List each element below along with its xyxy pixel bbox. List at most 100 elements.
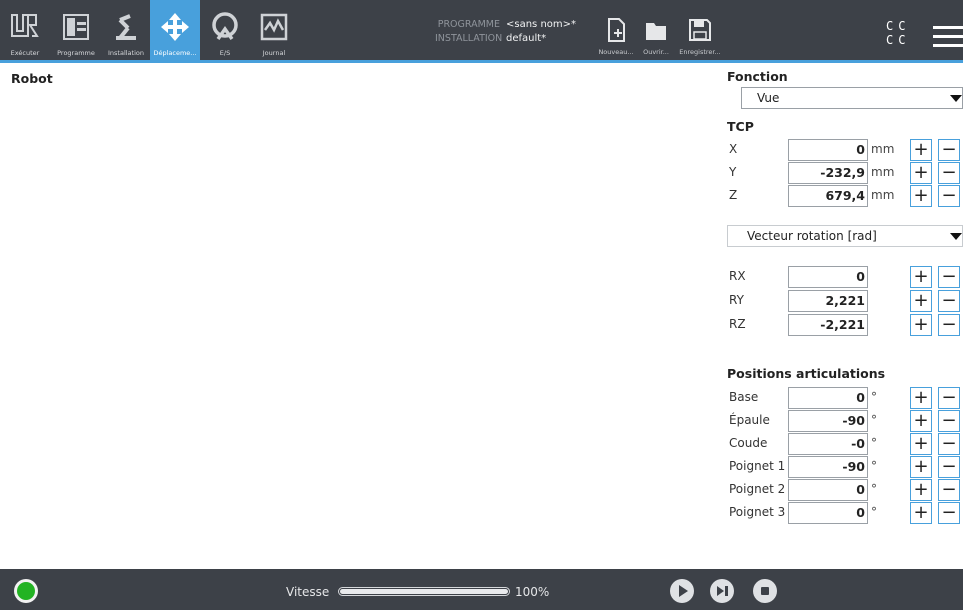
tab-label: Exécuter [10, 49, 40, 57]
joint-poignet1-minus-button[interactable]: − [938, 456, 960, 478]
io-icon [207, 9, 243, 45]
tab-executer[interactable]: Exécuter [0, 0, 50, 60]
joint-poignet2-minus-button[interactable]: − [938, 479, 960, 501]
tcp-y-label: Y [729, 165, 737, 179]
tcp-y-minus-button[interactable]: − [938, 162, 960, 184]
rotation-row-ry: RY 2,221 + − [727, 290, 963, 312]
joint-base-field[interactable]: 0 [788, 387, 868, 409]
joint-epaule-field[interactable]: -90 [788, 410, 868, 432]
save-button[interactable]: Enregistrer... [676, 0, 724, 60]
control-panel: Fonction Vue TCP X 0 mm + − Y -232,9 mm … [727, 63, 963, 569]
ry-field[interactable]: 2,221 [788, 290, 868, 312]
status-indicators: CC CC [886, 19, 911, 47]
joint-label: Poignet 1 [729, 459, 786, 473]
save-label: Enregistrer... [679, 48, 721, 56]
tcp-x-minus-button[interactable]: − [938, 139, 960, 161]
rz-plus-button[interactable]: + [910, 314, 932, 336]
tcp-z-plus-button[interactable]: + [910, 185, 932, 207]
new-file-icon [608, 18, 625, 42]
tab-journal[interactable]: Journal [250, 0, 298, 60]
tab-programme[interactable]: Programme [50, 0, 102, 60]
chevron-down-icon [950, 95, 962, 102]
rotation-mode-select[interactable]: Vecteur rotation [rad] [727, 225, 963, 247]
ry-plus-button[interactable]: + [910, 290, 932, 312]
joint-base-plus-button[interactable]: + [910, 387, 932, 409]
joint-poignet3-plus-button[interactable]: + [910, 502, 932, 524]
joint-label: Poignet 2 [729, 482, 786, 496]
move-icon [157, 9, 193, 45]
tab-label: Installation [107, 49, 144, 57]
rz-minus-button[interactable]: − [938, 314, 960, 336]
tcp-title: TCP [727, 119, 754, 134]
speed-value: 100% [515, 585, 550, 599]
robot-view-title: Robot [11, 71, 53, 86]
save-icon [689, 19, 711, 41]
hamburger-icon [933, 26, 963, 29]
step-button[interactable] [710, 579, 734, 603]
rx-minus-button[interactable]: − [938, 266, 960, 288]
ur-logo-icon [7, 9, 43, 45]
degree-unit: ° [871, 413, 877, 427]
programme-key: PROGRAMME [437, 19, 500, 30]
power-status-icon [17, 582, 35, 600]
rotation-row-rz: RZ -2,221 + − [727, 314, 963, 336]
joint-label: Base [729, 390, 759, 404]
tab-installation[interactable]: Installation [102, 0, 150, 60]
rz-label: RZ [729, 317, 746, 331]
joint-epaule-plus-button[interactable]: + [910, 410, 932, 432]
tcp-y-field[interactable]: -232,9 [788, 162, 868, 184]
program-icon [58, 9, 94, 45]
tab-deplacement[interactable]: Déplaceme... [150, 0, 200, 60]
play-icon [679, 585, 688, 597]
fonction-select[interactable]: Vue [741, 87, 963, 109]
menu-button[interactable] [933, 26, 963, 48]
new-button[interactable]: Nouveau... [596, 0, 636, 60]
joint-base-minus-button[interactable]: − [938, 387, 960, 409]
speed-label: Vitesse [286, 585, 330, 599]
speed-fill [340, 589, 508, 594]
installation-name: default* [506, 33, 547, 44]
tab-label: E/S [219, 49, 231, 57]
joint-poignet3-field[interactable]: 0 [788, 502, 868, 524]
tcp-x-field[interactable]: 0 [788, 139, 868, 161]
tcp-y-plus-button[interactable]: + [910, 162, 932, 184]
log-icon [256, 9, 292, 45]
rz-field[interactable]: -2,221 [788, 314, 868, 336]
joint-row-poignet2: Poignet 2 0 ° + − [727, 479, 963, 501]
tcp-row-y: Y -232,9 mm + − [727, 162, 963, 184]
joint-poignet3-minus-button[interactable]: − [938, 502, 960, 524]
tcp-z-minus-button[interactable]: − [938, 185, 960, 207]
rx-field[interactable]: 0 [788, 266, 868, 288]
rx-plus-button[interactable]: + [910, 266, 932, 288]
tcp-x-plus-button[interactable]: + [910, 139, 932, 161]
tcp-z-field[interactable]: 679,4 [788, 185, 868, 207]
joint-poignet2-field[interactable]: 0 [788, 479, 868, 501]
tcp-x-unit: mm [871, 142, 895, 156]
joint-poignet1-plus-button[interactable]: + [910, 456, 932, 478]
installation-key: INSTALLATION [435, 33, 503, 44]
power-button[interactable] [14, 579, 38, 603]
stop-button[interactable] [753, 579, 777, 603]
joint-coude-field[interactable]: -0 [788, 433, 868, 455]
play-button[interactable] [670, 579, 694, 603]
bottom-bar: Vitesse 100% [0, 569, 963, 610]
open-button[interactable]: Ouvrir... [637, 0, 675, 60]
joint-poignet2-plus-button[interactable]: + [910, 479, 932, 501]
joint-poignet1-field[interactable]: -90 [788, 456, 868, 478]
joint-epaule-minus-button[interactable]: − [938, 410, 960, 432]
speed-slider[interactable] [338, 587, 510, 596]
step-icon [717, 586, 728, 596]
joint-coude-plus-button[interactable]: + [910, 433, 932, 455]
chevron-down-icon [950, 233, 962, 240]
degree-unit: ° [871, 390, 877, 404]
tab-es[interactable]: E/S [200, 0, 250, 60]
ry-minus-button[interactable]: − [938, 290, 960, 312]
joint-row-epaule: Épaule -90 ° + − [727, 410, 963, 432]
joint-coude-minus-button[interactable]: − [938, 433, 960, 455]
degree-unit: ° [871, 482, 877, 496]
tcp-row-x: X 0 mm + − [727, 139, 963, 161]
joint-label: Poignet 3 [729, 505, 786, 519]
tcp-y-unit: mm [871, 165, 895, 179]
fonction-title: Fonction [727, 69, 788, 84]
folder-icon [646, 23, 666, 40]
